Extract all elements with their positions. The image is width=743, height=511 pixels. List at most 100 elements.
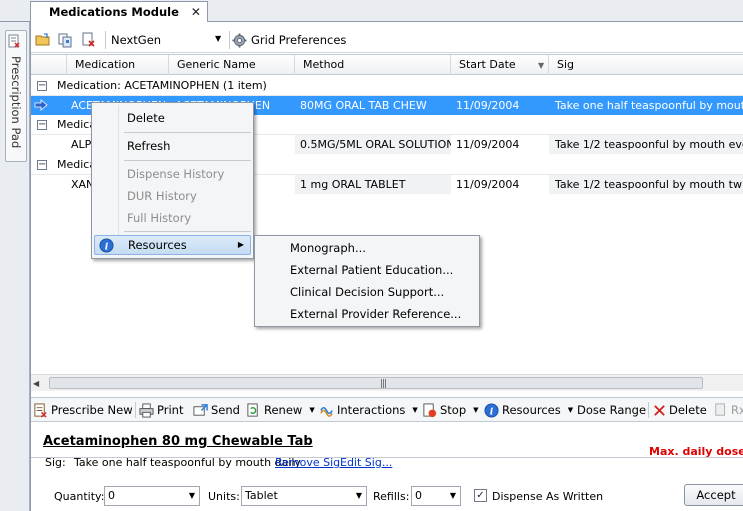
- grid-toolbar: NextGen ▼ Grid Preferences: [31, 27, 743, 53]
- column-header-start-date[interactable]: Start Date: [451, 55, 549, 75]
- dispense-as-written-label: Dispense As Written: [492, 490, 604, 503]
- chevron-down-icon[interactable]: ▼: [309, 406, 314, 414]
- sig-label: Sig:: [45, 456, 66, 469]
- group-row[interactable]: − Medication: ACETAMINOPHEN (1 item): [31, 76, 743, 96]
- dose-range-label: Dose Range: [577, 403, 647, 417]
- menu-item-resources-label: Resources: [128, 238, 187, 252]
- menu-item-dur-history[interactable]: DUR History: [94, 186, 251, 206]
- chevron-down-icon[interactable]: ▼: [215, 34, 221, 43]
- menu-item-monograph[interactable]: Monograph...: [257, 237, 477, 259]
- tab-title: Medications Module: [49, 5, 179, 19]
- cell-start-date: 11/09/2004: [456, 178, 520, 191]
- collapse-icon[interactable]: −: [37, 160, 47, 170]
- drug-title[interactable]: Acetaminophen 80 mg Chewable Tab: [43, 434, 313, 449]
- menu-item-external-provider-reference[interactable]: External Provider Reference...: [257, 303, 477, 325]
- collapse-icon[interactable]: −: [37, 81, 47, 91]
- source-dropdown[interactable]: NextGen: [109, 30, 227, 50]
- chevron-down-icon[interactable]: ▼: [473, 406, 478, 414]
- menu-separator: [124, 160, 251, 161]
- renew-label: Renew: [264, 403, 303, 417]
- send-button[interactable]: Send: [193, 401, 240, 419]
- collapse-icon[interactable]: −: [37, 120, 47, 130]
- scroll-left-icon[interactable]: ◀: [33, 379, 39, 388]
- units-value: Tablet: [245, 489, 278, 502]
- toolbar-separator: [105, 31, 106, 49]
- delete-button[interactable]: Delete: [653, 401, 707, 419]
- grid-preferences-button[interactable]: Grid Preferences: [232, 30, 346, 50]
- quantity-value: 0: [108, 489, 115, 502]
- menu-item-resources[interactable]: i Resources ▶: [94, 235, 251, 255]
- rx-button[interactable]: Rx: [714, 401, 743, 419]
- stop-button[interactable]: Stop ▼: [422, 401, 479, 419]
- prescribe-new-button[interactable]: Prescribe New: [33, 401, 133, 419]
- column-header-sig[interactable]: Sig: [549, 55, 743, 75]
- column-header-method[interactable]: Method: [295, 55, 451, 75]
- remove-sig-link[interactable]: Remove Sig: [275, 456, 340, 469]
- action-toolbar: Prescribe New Print Send Renew ▼ Interac…: [31, 397, 743, 422]
- chevron-down-icon[interactable]: ▼: [450, 487, 456, 505]
- cell-sig: Take one half teaspoonful by mouth daily: [555, 99, 743, 112]
- chevron-down-icon[interactable]: ▼: [356, 487, 362, 505]
- send-label: Send: [211, 403, 240, 417]
- renew-icon: [247, 402, 258, 417]
- stop-icon: [423, 402, 437, 417]
- quantity-combo[interactable]: 0 ▼: [104, 486, 200, 506]
- menu-separator: [124, 132, 251, 133]
- group-label: Medication: ACETAMINOPHEN (1 item): [57, 79, 267, 92]
- rx-icon: [715, 403, 725, 416]
- copy-medication-icon[interactable]: [56, 31, 73, 48]
- prescribe-new-label: Prescribe New: [51, 403, 133, 417]
- chevron-down-icon[interactable]: ▼: [568, 406, 573, 414]
- scrollbar-grip-icon: |||: [380, 379, 387, 389]
- refills-value: 0: [415, 489, 422, 502]
- menu-item-dispense-history[interactable]: Dispense History: [94, 164, 251, 184]
- sort-descending-icon: ▼: [538, 61, 545, 70]
- cell-method: 1 mg ORAL TABLET: [295, 175, 451, 194]
- accept-button[interactable]: Accept: [684, 484, 743, 506]
- toolbar-separator: [229, 31, 230, 49]
- gear-icon: [232, 32, 247, 48]
- dispense-as-written-checkbox[interactable]: ✓: [474, 489, 487, 502]
- cell-method: 0.5MG/5ML ORAL SOLUTION: [295, 135, 451, 154]
- renew-button[interactable]: Renew ▼: [246, 401, 315, 419]
- column-header-medication[interactable]: Medication: [67, 55, 169, 75]
- menu-item-delete[interactable]: Delete: [94, 108, 251, 128]
- tab-medications-module[interactable]: Medications Module ✕: [30, 1, 208, 22]
- remove-medication-icon[interactable]: [79, 31, 96, 48]
- scrollbar-thumb[interactable]: |||: [49, 377, 703, 389]
- resources-label: Resources: [502, 403, 561, 417]
- units-combo[interactable]: Tablet ▼: [241, 486, 367, 506]
- cell-start-date: 11/09/2004: [456, 138, 520, 151]
- open-folder-icon[interactable]: [34, 31, 51, 48]
- delete-label: Delete: [669, 403, 707, 417]
- horizontal-scrollbar[interactable]: ◀ |||: [31, 374, 743, 391]
- cell-start-date: 11/09/2004: [456, 99, 520, 112]
- menu-item-external-patient-education[interactable]: External Patient Education...: [257, 259, 477, 281]
- units-label: Units:: [208, 490, 240, 503]
- interactions-button[interactable]: Interactions ▼: [319, 401, 418, 419]
- delete-icon: [654, 404, 665, 416]
- menu-item-refresh[interactable]: Refresh: [94, 136, 251, 156]
- info-icon: i: [484, 402, 499, 418]
- chevron-down-icon[interactable]: ▼: [189, 487, 195, 505]
- refills-combo[interactable]: 0 ▼: [411, 486, 461, 506]
- context-menu: Delete Refresh Dispense History DUR Hist…: [91, 102, 254, 259]
- print-button[interactable]: Print: [139, 401, 183, 419]
- edit-sig-link[interactable]: Edit Sig...: [340, 456, 392, 469]
- menu-item-full-history[interactable]: Full History: [94, 208, 251, 228]
- quantity-label: Quantity:: [54, 490, 105, 503]
- print-label: Print: [157, 403, 184, 417]
- close-icon[interactable]: ✕: [191, 5, 201, 19]
- toolbar-separator: [135, 402, 136, 418]
- stop-label: Stop: [440, 403, 467, 417]
- print-icon: [139, 402, 154, 418]
- menu-item-clinical-decision-support[interactable]: Clinical Decision Support...: [257, 281, 477, 303]
- svg-text:i: i: [490, 406, 494, 417]
- column-header-generic-name[interactable]: Generic Name: [169, 55, 295, 75]
- medication-detail-panel: Acetaminophen 80 mg Chewable Tab Max. da…: [31, 422, 743, 511]
- resources-button[interactable]: i Resources ▼: [484, 401, 573, 419]
- menu-separator: [124, 231, 251, 232]
- chevron-down-icon[interactable]: ▼: [412, 406, 417, 414]
- cell-sig: Take 1/2 teaspoonful by mouth every t: [549, 135, 743, 154]
- dose-range-button[interactable]: Dose Range: [577, 401, 646, 419]
